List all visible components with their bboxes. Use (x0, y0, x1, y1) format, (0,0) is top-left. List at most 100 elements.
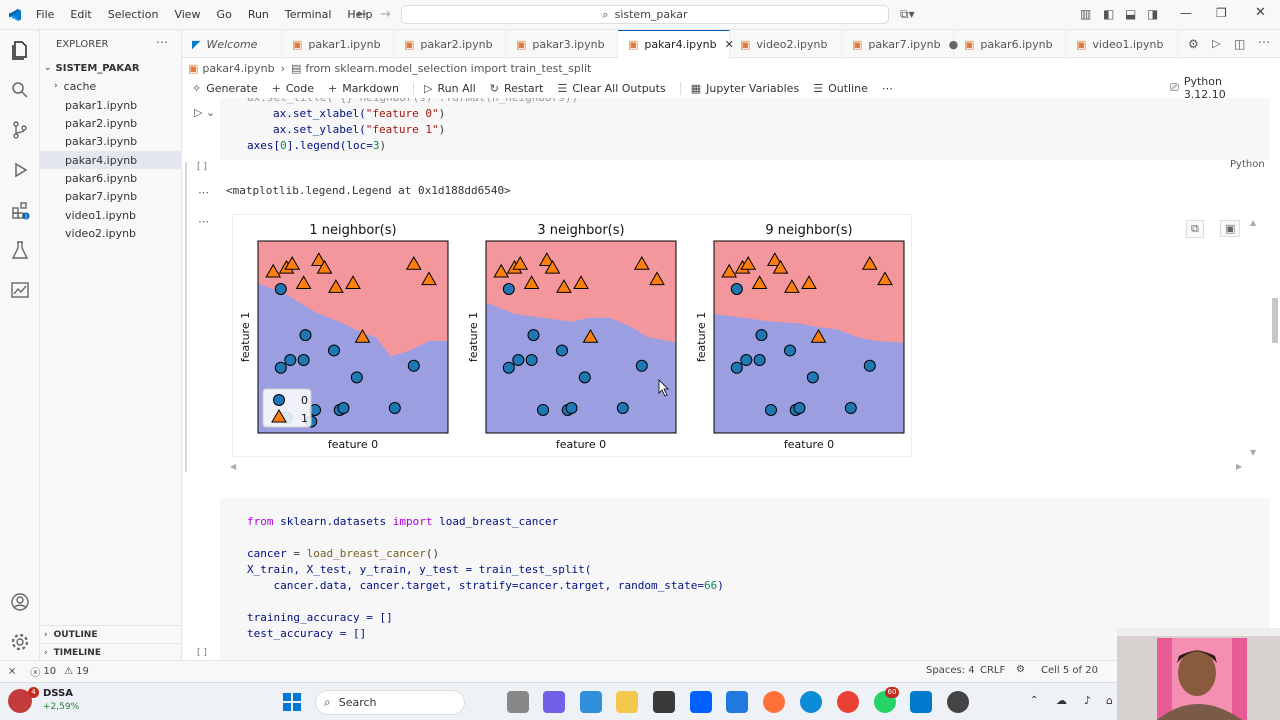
tray-cloud-icon[interactable]: ☁ (1056, 694, 1067, 707)
menu-terminal[interactable]: Terminal (277, 8, 340, 21)
toggle-secondary-sidebar-icon[interactable]: ◨ (1147, 7, 1158, 21)
menu-edit[interactable]: Edit (62, 8, 99, 21)
network-icon[interactable]: ⌂ (1106, 694, 1113, 707)
clear-outputs-button[interactable]: ☰ Clear All Outputs (557, 82, 665, 95)
output-more-icon[interactable]: ⋯ (198, 215, 209, 228)
run-icon[interactable]: ▷ (1212, 37, 1220, 50)
file-pakar1[interactable]: pakar1.ipynb (40, 96, 182, 114)
dropbox-icon[interactable] (690, 691, 712, 713)
tab-welcome[interactable]: ◤ Welcome (182, 30, 282, 58)
obs-icon[interactable] (947, 691, 969, 713)
file-video2[interactable]: video2.ipynb (40, 224, 182, 242)
copilot-icon[interactable]: ⧉▾ (900, 7, 915, 22)
toolbar-more-button[interactable]: ⋯ (882, 82, 893, 95)
menu-go[interactable]: Go (209, 8, 240, 21)
breadcrumb-symbol[interactable]: from sklearn.model_selection import trai… (305, 62, 591, 75)
save-output-icon[interactable]: ▣ (1220, 220, 1241, 237)
chrome-icon[interactable] (837, 691, 859, 713)
menu-run[interactable]: Run (240, 8, 277, 21)
breadcrumb-file[interactable]: pakar4.ipynb (202, 62, 274, 75)
copy-output-icon[interactable]: ⧉ (1186, 220, 1204, 238)
more-actions-icon[interactable]: ⋯ (156, 35, 168, 49)
error-count[interactable]: 10 (43, 666, 56, 677)
toggle-panel-icon[interactable]: ⬓ (1125, 7, 1136, 21)
tab-pakar6[interactable]: ▣ pakar6.ipynb (954, 30, 1066, 58)
output-more-icon[interactable]: ⋯ (198, 186, 209, 199)
extensions-icon[interactable]: 3 (10, 200, 30, 220)
command-center-search[interactable]: ⌕ sistem_pakar (401, 5, 889, 24)
explorer-icon[interactable] (10, 40, 30, 60)
timeline-section[interactable]: › TIMELINE (40, 643, 182, 661)
menu-view[interactable]: View (166, 8, 208, 21)
file-pakar4[interactable]: pakar4.ipynb (40, 151, 182, 169)
stock-name[interactable]: DSSA (43, 688, 73, 699)
scroll-left-icon[interactable]: ◀ (230, 462, 236, 471)
file-pakar6[interactable]: pakar6.ipynb (40, 169, 182, 187)
add-code-button[interactable]: + Code (272, 82, 314, 95)
toggle-sidebar-icon[interactable]: ◧ (1103, 7, 1114, 21)
edge-icon[interactable] (800, 691, 822, 713)
tab-pakar7[interactable]: ▣ pakar7.ipynb ● (842, 30, 958, 58)
tab-video1[interactable]: ▣ video1.ipynb (1066, 30, 1178, 58)
outline-section[interactable]: › OUTLINE (40, 625, 182, 643)
tab-video2[interactable]: ▣ video2.ipynb (730, 30, 842, 58)
scroll-down-icon[interactable]: ▼ (1250, 448, 1256, 457)
run-all-button[interactable]: ▷ Run All (413, 81, 476, 95)
indentation-status[interactable]: Spaces: 4 (926, 665, 975, 676)
account-icon[interactable] (10, 592, 30, 612)
vertical-scrollbar[interactable] (1272, 298, 1278, 343)
settings-gear-icon[interactable] (10, 632, 30, 652)
chart-view-icon[interactable] (10, 280, 30, 300)
menu-file[interactable]: File (28, 8, 62, 21)
search-panel-icon[interactable] (10, 80, 30, 100)
minimize-icon[interactable]: — (1180, 6, 1192, 20)
eol-status[interactable]: CRLF (980, 665, 1005, 676)
taskbar-search[interactable]: ⌕ Search (315, 690, 465, 715)
teams-icon[interactable] (543, 691, 565, 713)
generate-button[interactable]: ✧ Generate (192, 82, 258, 95)
menu-selection[interactable]: Selection (100, 8, 167, 21)
settings-icon[interactable]: ⚙ (1188, 37, 1199, 51)
source-control-icon[interactable] (10, 120, 30, 140)
remote-icon[interactable]: ⨯ (8, 666, 16, 677)
tab-pakar3[interactable]: ▣ pakar3.ipynb (506, 30, 618, 58)
tab-pakar4[interactable]: ▣ pakar4.ipynb ✕ (618, 30, 734, 58)
folder-root[interactable]: ⌄ SISTEM_PAKAR (40, 59, 182, 77)
task-view-icon[interactable] (507, 691, 529, 713)
vscode-taskbar-icon[interactable] (910, 691, 932, 713)
run-debug-icon[interactable] (10, 160, 30, 180)
file-explorer-icon[interactable] (616, 691, 638, 713)
layout-icon[interactable]: ▥ (1080, 7, 1091, 21)
folder-cache[interactable]: › cache (40, 77, 182, 95)
scroll-right-icon[interactable]: ▶ (1236, 462, 1242, 471)
file-pakar2[interactable]: pakar2.ipynb (40, 114, 182, 132)
copilot-app-icon[interactable] (580, 691, 602, 713)
notebook-editor[interactable]: ▷ ⌄ ax.set_title("{} neighbor(s)".format… (182, 98, 1280, 660)
microphone-icon[interactable]: ♪ (1084, 694, 1091, 707)
add-markdown-button[interactable]: + Markdown (328, 82, 399, 95)
scroll-up-icon[interactable]: ▲ (1250, 218, 1256, 227)
outline-button[interactable]: ☰ Outline (813, 82, 868, 95)
tray-chevron-icon[interactable]: ⌃ (1030, 695, 1038, 706)
run-cell-icon[interactable]: ▷ ⌄ (194, 106, 215, 119)
cell-position-status[interactable]: Cell 5 of 20 (1041, 665, 1098, 676)
file-pakar7[interactable]: pakar7.ipynb (40, 187, 182, 205)
tab-pakar1[interactable]: ▣ pakar1.ipynb (282, 30, 394, 58)
back-arrow-icon[interactable]: ← (356, 7, 367, 22)
app-icon[interactable] (726, 691, 748, 713)
warning-count[interactable]: 19 (76, 666, 89, 677)
close-window-icon[interactable]: ✕ (1255, 5, 1266, 20)
firefox-icon[interactable] (763, 691, 785, 713)
tab-pakar2[interactable]: ▣ pakar2.ipynb (394, 30, 506, 58)
cell-language[interactable]: Python (1230, 159, 1265, 170)
store-icon[interactable] (653, 691, 675, 713)
file-video1[interactable]: video1.ipynb (40, 206, 182, 224)
split-editor-icon[interactable]: ◫ (1234, 37, 1245, 51)
windows-start-icon[interactable] (282, 692, 302, 712)
jupyter-variables-button[interactable]: ▦ Jupyter Variables (679, 81, 799, 95)
restore-icon[interactable]: ❐ (1216, 6, 1227, 20)
testing-icon[interactable] (10, 240, 30, 260)
braces-icon[interactable]: ⚙ (1016, 664, 1025, 675)
restart-button[interactable]: ↻ Restart (490, 82, 544, 95)
forward-arrow-icon[interactable]: → (380, 7, 391, 22)
